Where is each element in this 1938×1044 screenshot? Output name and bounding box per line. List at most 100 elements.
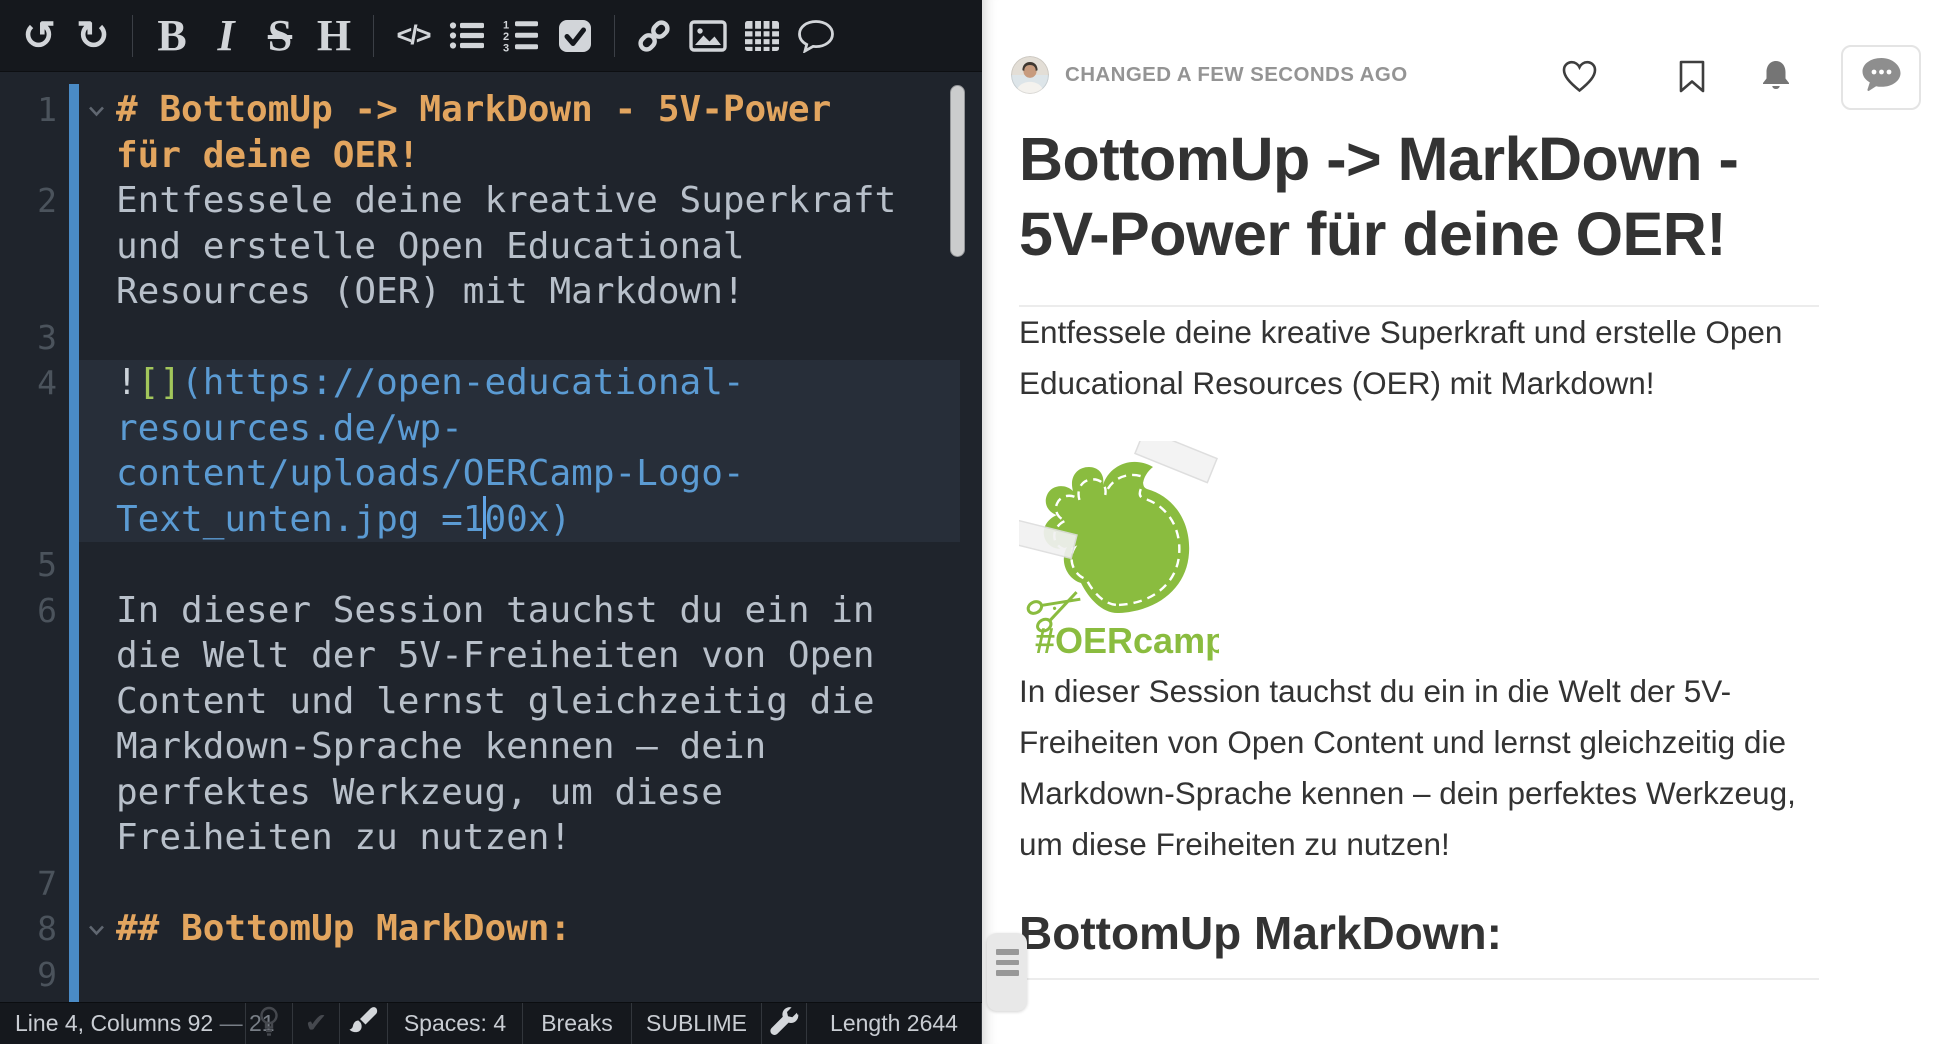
fold-chevron-down-icon[interactable] [88, 103, 105, 122]
comment-icon[interactable] [789, 0, 843, 72]
indent-label: Spaces: 4 [404, 1010, 506, 1037]
doc-title-line1: BottomUp -> MarkDown - [1019, 122, 1819, 197]
line-number: 4 [0, 360, 57, 406]
code-line[interactable]: perfektes Werkzeug, um diese [0, 770, 982, 816]
line-number: 3 [0, 315, 57, 361]
rendered-markdown: BottomUp -> MarkDown -5V-Power für deine… [1019, 0, 1819, 980]
code-line[interactable]: 2Entfessele deine kreative Superkraft [0, 178, 982, 224]
hamburger-icon [996, 949, 1019, 955]
line-number: 2 [0, 178, 57, 224]
image-icon[interactable] [681, 0, 735, 72]
code-line-text: # BottomUp -> MarkDown - 5V-Power [116, 87, 982, 133]
code-line-text: perfektes Werkzeug, um diese [116, 770, 982, 816]
code-line[interactable]: Resources (OER) mit Markdown! [0, 269, 982, 315]
code-line[interactable]: content/uploads/OERCamp-Logo- [0, 451, 982, 497]
line-number: 5 [0, 542, 57, 588]
line-number: 6 [0, 588, 57, 634]
lightbulb-icon [257, 1005, 281, 1043]
paragraph-session: In dieser Session tauchst du ein in die … [1019, 666, 1819, 870]
code-line-text: resources.de/wp- [116, 406, 982, 452]
keymap-setting[interactable]: SUBLIME [632, 1003, 762, 1044]
indent-setting[interactable]: Spaces: 4 [388, 1003, 523, 1044]
code-line[interactable]: Content und lernst gleichzeitig die [0, 679, 982, 725]
markdown-editor-app: ↺↻BISH</>123 1# BottomUp -> MarkDown - 5… [0, 0, 1938, 1044]
keymap-label: SUBLIME [646, 1010, 747, 1037]
code-line-text: ## BottomUp MarkDown: [116, 906, 982, 952]
code-line[interactable]: für deine OER! [0, 133, 982, 179]
night-mode-button[interactable] [246, 1003, 293, 1044]
toolbar-group [627, 0, 843, 72]
undo-icon[interactable]: ↺ [12, 0, 66, 72]
code-line-text: die Welt der 5V-Freiheiten von Open [116, 633, 982, 679]
toolbar-group: </> 123 [386, 0, 602, 72]
svg-text:1: 1 [503, 20, 509, 32]
code-line-text: Freiheiten zu nutzen! [116, 815, 982, 861]
strikethrough-icon[interactable]: S [253, 0, 307, 72]
code-line[interactable]: 1 # BottomUp -> MarkDown - 5V-Power [0, 87, 982, 133]
editor-status-bar: Line 4, Columns 92 — 21 ✔ Spaces: 4 Brea… [0, 1002, 982, 1044]
toolbar-group: ↺↻ [12, 0, 120, 72]
comment-button[interactable] [1841, 45, 1921, 110]
line-number: 7 [0, 861, 57, 907]
logo-caption: #OERcamp [1035, 620, 1219, 661]
heading-icon[interactable]: H [307, 0, 361, 72]
wrench-icon [769, 1006, 799, 1042]
code-line-text: und erstelle Open Educational [116, 224, 982, 270]
bullet-list-icon[interactable] [440, 0, 494, 72]
code-line[interactable]: Markdown-Sprache kennen – dein [0, 724, 982, 770]
code-line[interactable]: 7 [0, 861, 982, 907]
code-line[interactable]: und erstelle Open Educational [0, 224, 982, 270]
logo-tape-top [1135, 441, 1217, 483]
fold-chevron-down-icon[interactable] [88, 922, 105, 941]
editor-scrollbar-thumb[interactable] [950, 85, 965, 257]
code-line[interactable]: 8 ## BottomUp MarkDown: [0, 906, 982, 952]
svg-text:3: 3 [503, 43, 509, 53]
theme-button[interactable] [340, 1003, 388, 1044]
code-line[interactable]: resources.de/wp- [0, 406, 982, 452]
linebreak-setting[interactable]: Breaks [523, 1003, 632, 1044]
code-icon[interactable]: </> [386, 0, 440, 72]
checklist-icon[interactable] [548, 0, 602, 72]
italic-icon[interactable]: I [199, 0, 253, 72]
spellcheck-button[interactable]: ✔ [293, 1003, 340, 1044]
svg-text:2: 2 [503, 31, 509, 43]
cursor-position-main: Line 4, Columns 92 [15, 1010, 213, 1037]
code-line-text: content/uploads/OERCamp-Logo- [116, 451, 982, 497]
link-icon[interactable] [627, 0, 681, 72]
line-number: 8 [0, 906, 57, 952]
bold-icon[interactable]: B [145, 0, 199, 72]
code-line[interactable]: 5 [0, 542, 982, 588]
paragraph-intro: Entfessele deine kreative Superkraft und… [1019, 307, 1819, 409]
code-line[interactable]: Text_unten.jpg =100x) [0, 497, 982, 543]
code-line[interactable]: 3 [0, 315, 982, 361]
editor-toolbar: ↺↻ BISH </> 123 [0, 0, 982, 72]
numbered-list-icon[interactable]: 123 [494, 0, 548, 72]
redo-icon[interactable]: ↻ [66, 0, 120, 72]
code-line[interactable]: die Welt der 5V-Freiheiten von Open [0, 633, 982, 679]
toc-toggle-handle[interactable] [987, 933, 1027, 1011]
code-line-text: Resources (OER) mit Markdown! [116, 269, 982, 315]
doc-title: BottomUp -> MarkDown -5V-Power für deine… [1019, 122, 1819, 307]
code-line[interactable]: Freiheiten zu nutzen! [0, 815, 982, 861]
toolbar-separator [373, 15, 374, 57]
editor-pane: ↺↻BISH</>123 1# BottomUp -> MarkDown - 5… [0, 0, 982, 1044]
oercamp-logo-image: #OERcamp [1019, 441, 1219, 666]
paintbrush-icon [349, 1006, 379, 1042]
comment-bubble-icon [1860, 56, 1903, 99]
preferences-button[interactable] [762, 1003, 807, 1044]
preview-pane: CHANGED A FEW SECONDS AGO BottomUp -> Ma… [982, 0, 1938, 1044]
table-icon[interactable] [735, 0, 789, 72]
breaks-label: Breaks [541, 1010, 613, 1037]
code-editor[interactable]: 1 # BottomUp -> MarkDown - 5V-Powerfür de… [0, 73, 982, 1002]
section-heading: BottomUp MarkDown: [1019, 906, 1819, 980]
code-lines: 1 # BottomUp -> MarkDown - 5V-Powerfür de… [0, 87, 982, 1002]
line-number: 1 [0, 87, 57, 133]
check-icon: ✔ [305, 1010, 328, 1038]
line-number: 9 [0, 952, 57, 998]
toolbar-separator [132, 15, 133, 57]
code-line[interactable]: 4![](https://open-educational- [0, 360, 982, 406]
code-line[interactable]: 6In dieser Session tauchst du ein in [0, 588, 982, 634]
code-line[interactable]: 9 [0, 952, 982, 998]
doc-length-label: Length 2644 [830, 1010, 958, 1037]
toolbar-group: BISH [145, 0, 361, 72]
